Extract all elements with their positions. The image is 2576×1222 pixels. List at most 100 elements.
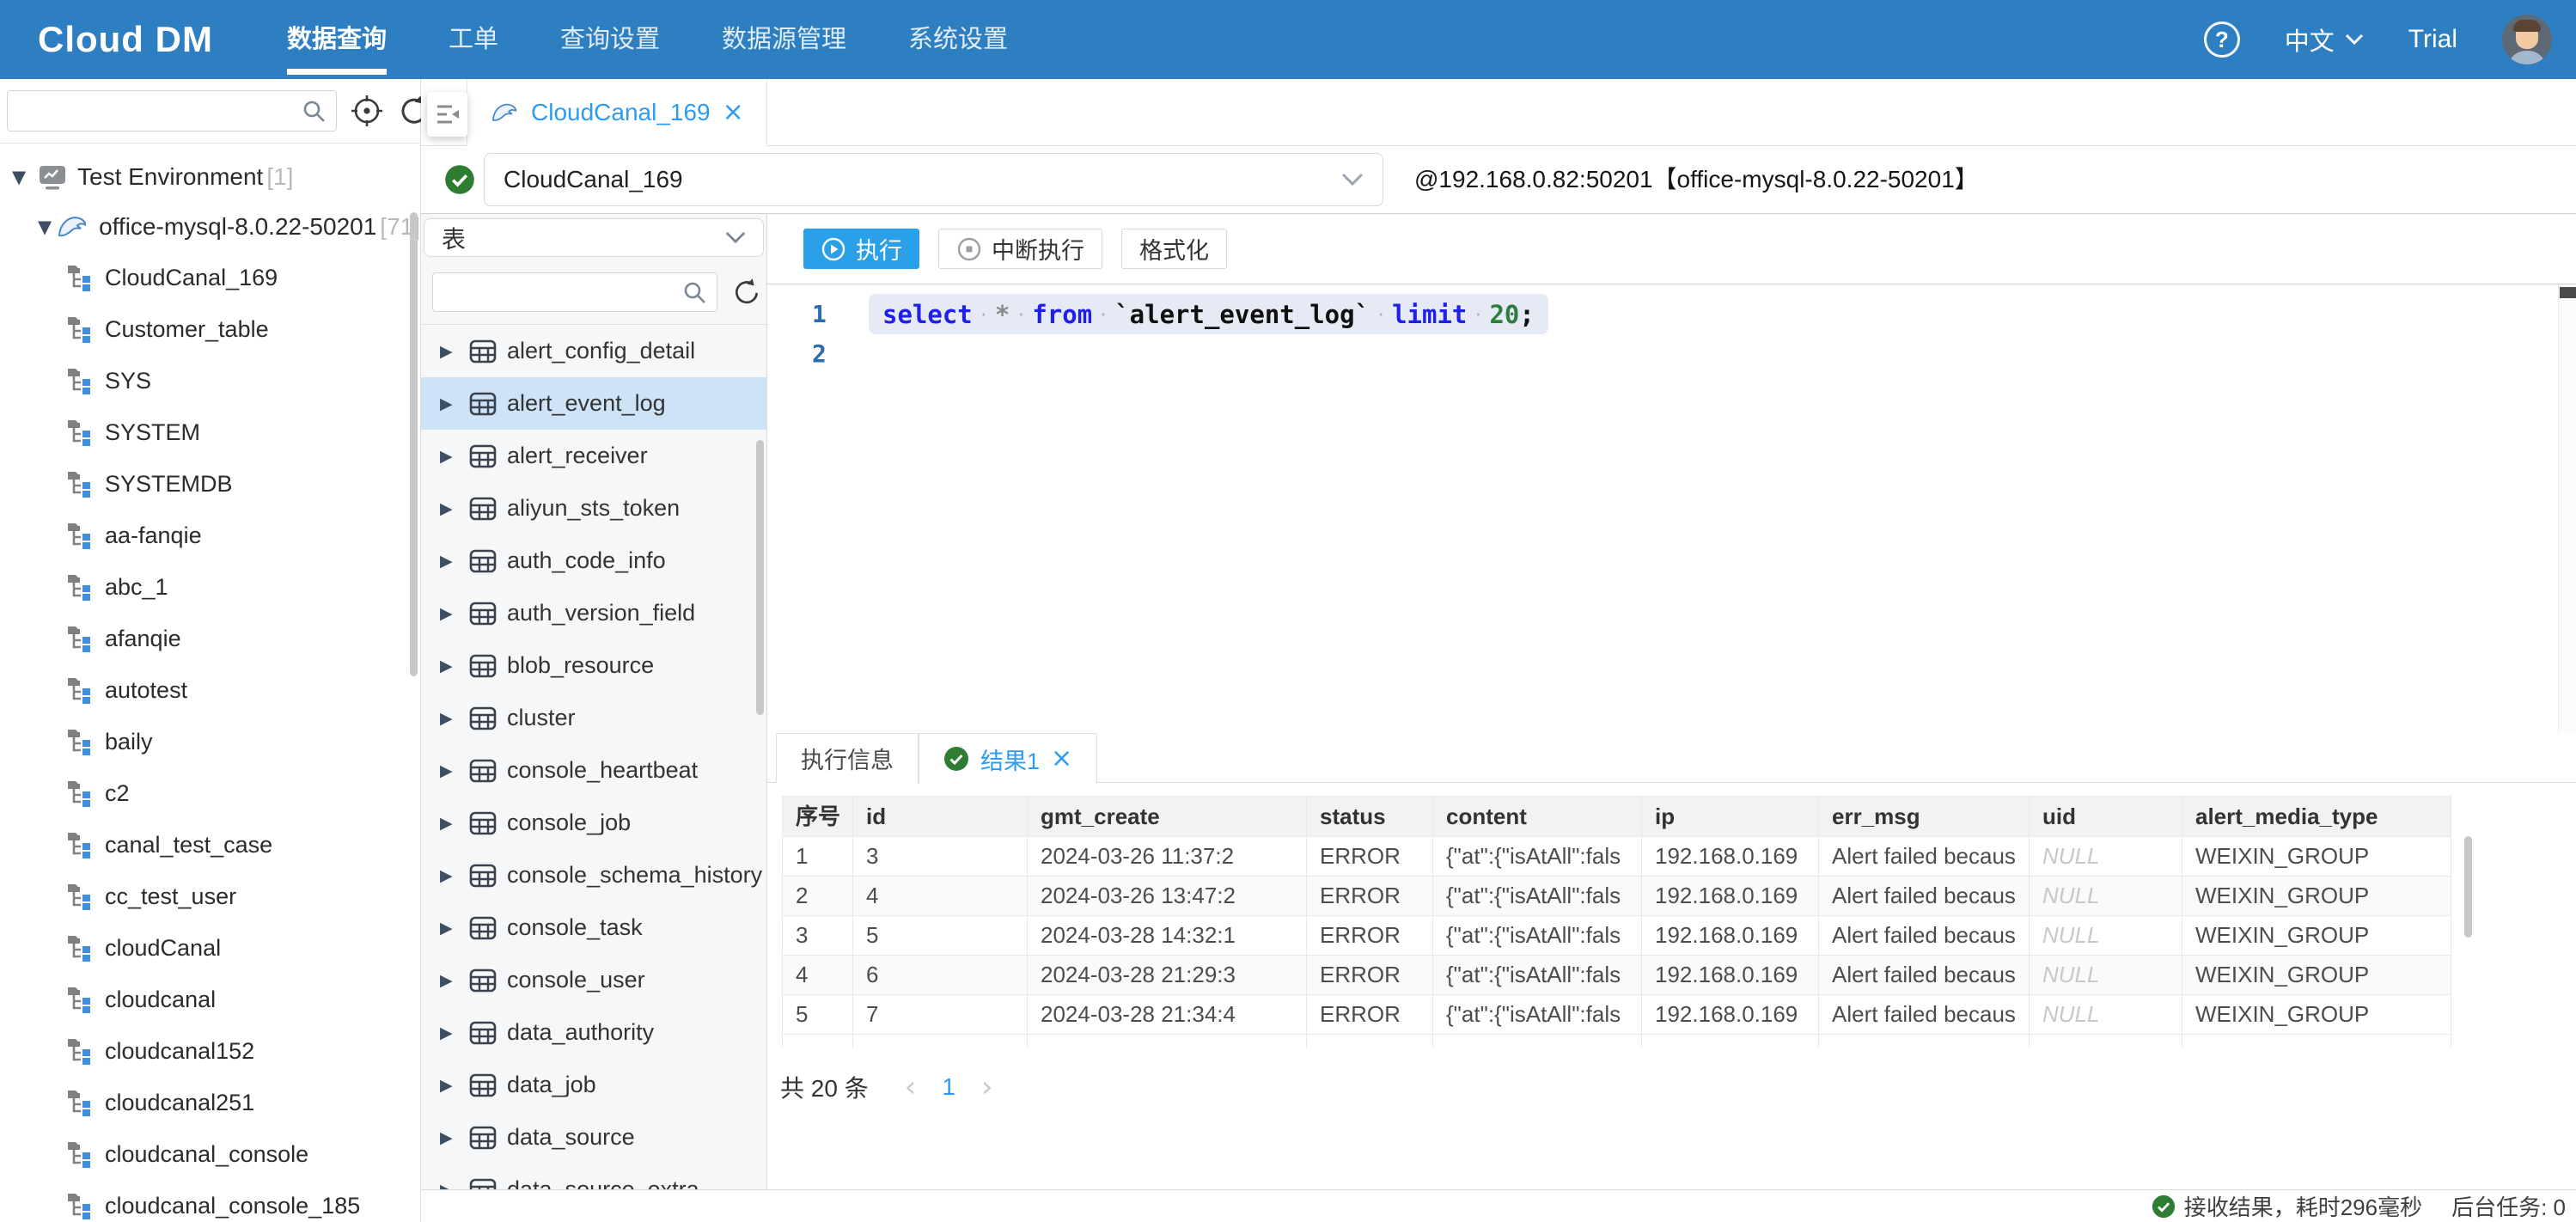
- refresh-tables-button[interactable]: [731, 277, 762, 308]
- column-header[interactable]: 序号: [783, 797, 853, 837]
- nav-item[interactable]: 数据查询: [286, 0, 387, 79]
- column-header[interactable]: content: [1433, 797, 1642, 837]
- database-item[interactable]: SYS: [0, 355, 420, 406]
- locate-target-button[interactable]: [349, 93, 385, 129]
- prev-page-icon[interactable]: ‹: [905, 1070, 917, 1104]
- column-header[interactable]: id: [853, 797, 1028, 837]
- database-item[interactable]: SYSTEMDB: [0, 458, 420, 510]
- caret-right-icon[interactable]: ▶: [440, 342, 469, 361]
- table-item[interactable]: ▶ data_authority: [421, 1006, 766, 1059]
- caret-right-icon[interactable]: ▶: [440, 971, 469, 990]
- collapse-sidebar-button[interactable]: [427, 92, 467, 137]
- table-item[interactable]: ▶ console_job: [421, 797, 766, 849]
- close-tab-icon[interactable]: ×: [723, 100, 744, 125]
- table-item[interactable]: ▶ alert_config_detail: [421, 325, 766, 377]
- caret-right-icon[interactable]: ▶: [440, 552, 469, 571]
- column-header[interactable]: err_msg: [1819, 797, 2030, 837]
- table-item[interactable]: ▶ console_heartbeat: [421, 744, 766, 797]
- caret-right-icon[interactable]: ▶: [440, 657, 469, 675]
- caret-right-icon[interactable]: ▶: [440, 604, 469, 623]
- caret-right-icon[interactable]: ▶: [440, 447, 469, 466]
- database-item[interactable]: c2: [0, 767, 420, 819]
- nav-item[interactable]: 查询设置: [560, 0, 660, 79]
- table-item[interactable]: ▶ data_source_extra: [421, 1164, 766, 1189]
- results-scrollbar[interactable]: [2464, 836, 2472, 938]
- table-item[interactable]: ▶ cluster: [421, 692, 766, 744]
- caret-right-icon[interactable]: ▶: [440, 919, 469, 938]
- table-item[interactable]: ▶ blob_resource: [421, 639, 766, 692]
- object-type-select[interactable]: 表: [424, 218, 764, 257]
- column-header[interactable]: uid: [2030, 797, 2182, 837]
- format-button[interactable]: 格式化: [1121, 229, 1227, 269]
- table-item[interactable]: ▶ auth_version_field: [421, 587, 766, 639]
- column-header[interactable]: status: [1307, 797, 1433, 837]
- next-page-icon[interactable]: ›: [981, 1070, 993, 1104]
- table-search-input[interactable]: [432, 272, 717, 312]
- caret-right-icon[interactable]: ▶: [440, 1023, 469, 1042]
- database-item[interactable]: canal_test_case: [0, 819, 420, 871]
- database-item[interactable]: Customer_table: [0, 303, 420, 355]
- caret-right-icon[interactable]: ▶: [440, 1076, 469, 1095]
- avatar[interactable]: [2502, 15, 2552, 64]
- tab-execution-info[interactable]: 执行信息: [776, 733, 919, 783]
- help-icon[interactable]: ?: [2203, 21, 2240, 58]
- table-item[interactable]: ▶ console_schema_history: [421, 849, 766, 901]
- editor-scrollbar-thumb[interactable]: [2560, 287, 2576, 298]
- database-item[interactable]: baily: [0, 716, 420, 767]
- caret-right-icon[interactable]: ▶: [440, 499, 469, 518]
- database-item[interactable]: cloudcanal_console_185: [0, 1180, 420, 1222]
- database-item[interactable]: afanqie: [0, 613, 420, 664]
- tree-node-environment[interactable]: ▼ Test Environment [1]: [0, 152, 420, 202]
- caret-right-icon[interactable]: ▶: [440, 866, 469, 885]
- nav-item[interactable]: 系统设置: [908, 0, 1008, 79]
- column-header[interactable]: gmt_create: [1028, 797, 1307, 837]
- editor-scrollbar[interactable]: [2558, 284, 2576, 733]
- database-item[interactable]: cc_test_user: [0, 871, 420, 922]
- database-item[interactable]: cloudcanal152: [0, 1025, 420, 1077]
- nav-item[interactable]: 工单: [449, 0, 498, 79]
- database-item[interactable]: aa-fanqie: [0, 510, 420, 561]
- page-number[interactable]: 1: [942, 1073, 955, 1101]
- stop-button[interactable]: 中断执行: [938, 229, 1102, 269]
- caret-right-icon[interactable]: ▶: [440, 709, 469, 728]
- database-item[interactable]: cloudcanal251: [0, 1077, 420, 1128]
- sidebar-search-input[interactable]: [7, 90, 337, 131]
- tab-result-1[interactable]: 结果1 ×: [919, 733, 1098, 784]
- table-item[interactable]: ▶ alert_event_log: [421, 377, 766, 430]
- column-header[interactable]: alert_media_type: [2182, 797, 2451, 837]
- caret-right-icon[interactable]: ▶: [440, 394, 469, 413]
- caret-down-icon[interactable]: ▼: [38, 217, 56, 237]
- table-item[interactable]: ▶ data_source: [421, 1111, 766, 1164]
- tab-cloudcanal-169[interactable]: CloudCanal_169 ×: [467, 79, 767, 146]
- sql-editor[interactable]: 1 2 select · * · from · `alert_event_log` · limi…: [767, 284, 2576, 733]
- database-item[interactable]: abc_1: [0, 561, 420, 613]
- close-result-icon[interactable]: ×: [1051, 746, 1072, 772]
- tree-node-connection[interactable]: ▼ office-mysql-8.0.22-50201 [71]: [0, 202, 420, 252]
- table-item[interactable]: ▶ console_user: [421, 954, 766, 1006]
- table-item[interactable]: ▶ alert_receiver: [421, 430, 766, 482]
- database-item[interactable]: CloudCanal_169: [0, 252, 420, 303]
- sidebar-scrollbar[interactable]: [410, 212, 418, 676]
- database-item[interactable]: SYSTEM: [0, 406, 420, 458]
- database-item[interactable]: cloudcanal: [0, 974, 420, 1025]
- background-tasks[interactable]: 后台任务: 0: [2451, 1190, 2566, 1222]
- caret-right-icon[interactable]: ▶: [440, 1128, 469, 1147]
- table-item[interactable]: ▶ auth_code_info: [421, 535, 766, 587]
- column-header[interactable]: ip: [1642, 797, 1819, 837]
- database-item[interactable]: autotest: [0, 664, 420, 716]
- caret-right-icon[interactable]: ▶: [440, 1181, 469, 1190]
- sql-line[interactable]: select · * · from · `alert_event_log` · limit · 20…: [869, 294, 1548, 334]
- table-item[interactable]: ▶ console_task: [421, 901, 766, 954]
- caret-right-icon[interactable]: ▶: [440, 814, 469, 833]
- database-item[interactable]: cloudCanal: [0, 922, 420, 974]
- caret-right-icon[interactable]: ▶: [440, 761, 469, 780]
- table-item[interactable]: ▶ aliyun_sts_token: [421, 482, 766, 535]
- database-item[interactable]: cloudcanal_console: [0, 1128, 420, 1180]
- table-list-scrollbar[interactable]: [756, 440, 764, 715]
- language-switcher[interactable]: 中文: [2285, 21, 2364, 58]
- table-item[interactable]: ▶ data_job: [421, 1059, 766, 1111]
- database-select[interactable]: CloudCanal_169: [484, 153, 1383, 206]
- nav-item[interactable]: 数据源管理: [722, 0, 846, 79]
- run-button[interactable]: 执行: [803, 229, 919, 269]
- caret-down-icon[interactable]: ▼: [12, 167, 38, 187]
